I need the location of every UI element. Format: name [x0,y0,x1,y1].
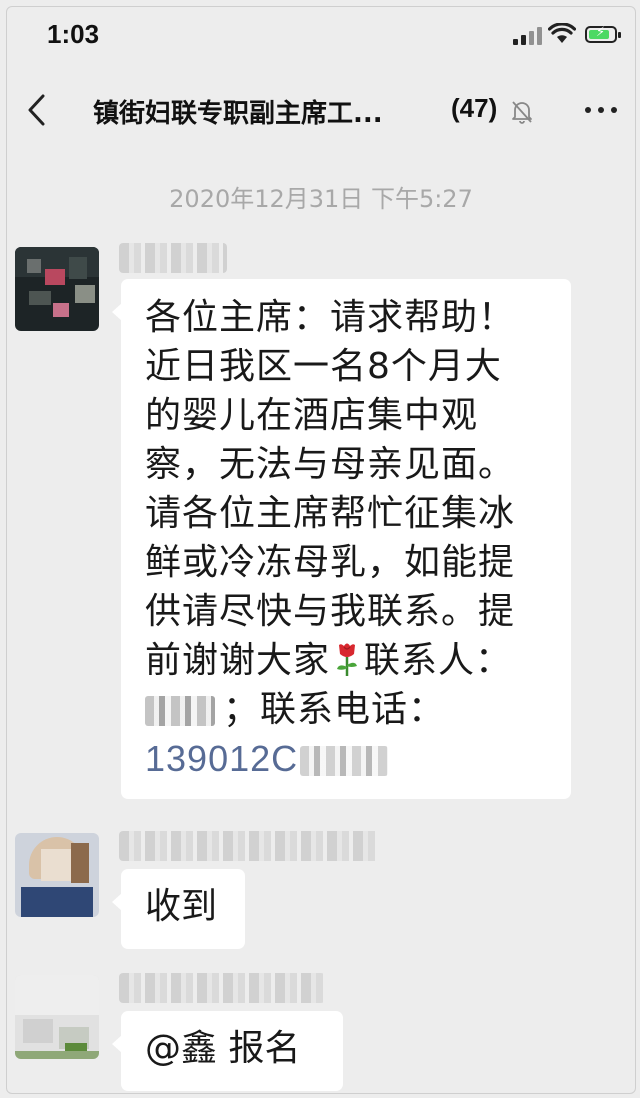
message-line: ；联系电话： [145,685,557,734]
message-line: 前谢谢大家 联系人： [145,636,557,685]
status-bar: 1:03 ⚡ [7,7,635,61]
battery-charging-icon: ⚡ [585,25,621,43]
phone-screen: 1:03 ⚡ 镇街妇联专职副主席工... (47) 2020年12月31日 下午… [6,6,636,1094]
phone-number-link[interactable]: 139012C [145,738,298,779]
message-text: 联系人： [364,640,513,681]
message-bubble[interactable]: 收到 [112,869,245,949]
message-text: 前谢谢大家 [145,640,331,681]
phone-number-blurred [300,746,389,776]
message-line: 鲜或冷冻母乳，如能提 [145,542,516,583]
sender-name-blurred [119,973,325,1003]
contact-name-blurred [145,696,215,726]
avatar[interactable] [15,975,99,1059]
chat-title[interactable]: 镇街妇联专职副主席工... [93,93,383,130]
sender-name-blurred [119,243,227,273]
rose-icon [337,643,358,676]
message-bubble[interactable]: 各位主席：请求帮助！ 近日我区一名8个月大 的婴儿在酒店集中观 察，无法与母亲见… [112,279,571,799]
message-timestamp: 2020年12月31日 下午5:27 [169,185,473,213]
chat-header: 镇街妇联专职副主席工... (47) [7,77,635,139]
message-line: 近日我区一名8个月大 [145,346,502,387]
message-line: 各位主席：请求帮助！ [145,297,516,338]
wifi-icon [548,23,576,43]
message-line: 请各位主席帮忙征集冰 [145,493,516,534]
chevron-left-icon[interactable] [25,93,49,127]
message-line: 察，无法与母亲见面。 [145,444,516,485]
member-count: (47) [451,93,498,123]
avatar[interactable] [15,833,99,917]
message-text: ；联系电话： [223,689,446,730]
status-time: 1:03 [47,19,100,49]
avatar[interactable] [15,247,99,331]
bell-muted-icon [512,101,532,124]
message-line: 的婴儿在酒店集中观 [145,395,479,436]
signal-icon [513,27,543,45]
message-text: 收到 [145,886,218,927]
more-dots-icon[interactable] [583,105,619,115]
message-bubble[interactable]: @鑫 报名 [112,1011,343,1091]
message-text: @鑫 报名 [145,1028,301,1069]
sender-name-blurred [119,831,379,861]
message-line: 139012C [145,734,557,784]
message-line: 供请尽快与我联系。提 [145,591,516,632]
